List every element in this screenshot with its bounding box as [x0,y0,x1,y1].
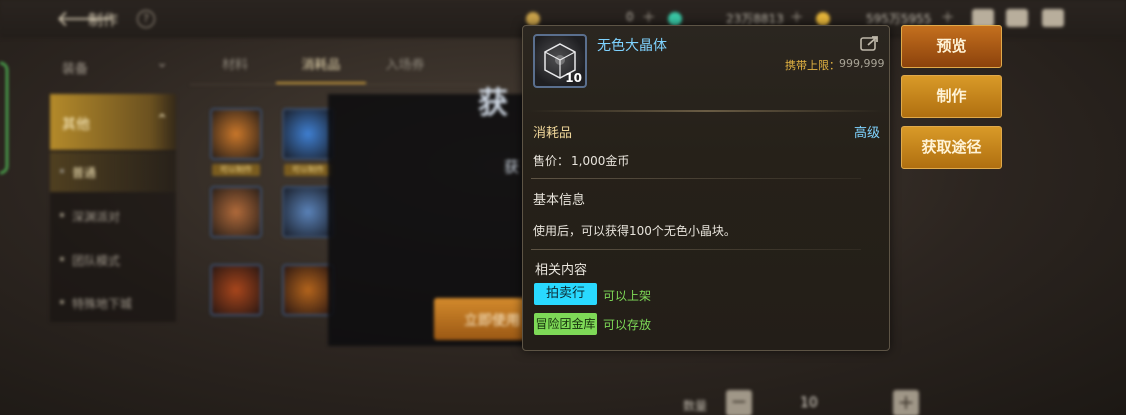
gold-currency-icon [816,12,830,26]
divider [529,110,883,112]
related-content-title: 相关内容 [535,263,588,278]
price-label: 售价： [533,154,570,168]
item-type: 消耗品 [533,126,573,141]
ring-item-icon [282,264,334,316]
item-grade: 高级 [854,126,881,141]
bullet-icon [60,257,64,261]
gold-currency-plus-button[interactable]: + [941,7,954,26]
sidebar-group-label: 其他 [62,117,90,133]
sidebar-item-special-dungeon[interactable]: 特殊地下城 [50,283,176,323]
auction-note: 可以上架 [603,289,652,303]
mail-icon[interactable] [1006,9,1028,27]
item-slot[interactable] [208,262,264,332]
make-button[interactable]: 制作 [901,75,1002,118]
quantity-minus-button[interactable]: − [726,390,752,415]
sidebar-item-label: 团队模式 [72,254,121,268]
item-tooltip: 10 无色大晶体 携带上限： 999,999 消耗品 高级 售价： 1,000金… [522,25,890,351]
craftable-badge: 可以制作 [284,164,332,176]
chevron-up-icon: ⌃ [156,112,168,128]
bullet-icon [60,213,64,217]
page-title: 制作 [88,11,119,29]
crystal-currency-icon [668,12,682,26]
auction-house-tag: 拍卖行 [534,283,597,305]
tab-tickets[interactable]: 入场券 [360,54,450,84]
use-now-label: 立即使用 [464,313,520,329]
sidebar-item-label: 普通 [72,166,97,180]
carry-limit-value: 999,999 [839,57,885,70]
crystal-currency-plus-button[interactable]: + [790,7,803,26]
moon-currency-icon [526,12,540,26]
preview-button[interactable]: 预览 [901,25,1002,68]
carry-limit-label: 携带上限： [785,59,840,72]
flame-item-icon [210,264,262,316]
help-icon[interactable]: ? [137,10,155,28]
craftable-badge: 可以制作 [212,164,260,176]
moon-currency-plus-button[interactable]: + [642,7,655,26]
share-icon[interactable] [860,35,880,51]
item-count: 10 [565,71,582,85]
tab-consumables[interactable]: 消耗品 [276,54,366,84]
guild-bank-tag: 冒险团金库 [534,313,597,335]
sidebar-item-raid-mode[interactable]: 团队模式 [50,240,176,280]
moon-currency-value: 0 [626,10,634,24]
tabs-divider [190,84,490,85]
item-slot[interactable]: 可以制作 [208,106,264,176]
scroll-blue-icon [282,186,334,238]
use-now-button[interactable]: 立即使用 [434,298,526,340]
side-drawer-handle[interactable] [0,62,8,174]
basic-info-title: 基本信息 [533,193,586,208]
quantity-label: 数量 [683,399,708,413]
item-name: 无色大晶体 [597,38,667,54]
modal-title: 获 [478,86,508,121]
scroll-brown-icon [210,186,262,238]
quantity-plus-button[interactable]: + [893,390,919,415]
sidebar-item-label: 深渊派对 [72,210,121,224]
chat-icon[interactable] [1042,9,1064,27]
obtain-source-button[interactable]: 获取途径 [901,126,1002,169]
sidebar-group-other[interactable]: 其他 ⌃ [50,94,176,150]
potion-blue-icon [282,108,334,160]
price-value: 1,000金币 [571,154,630,168]
chevron-down-icon: ⌄ [156,55,168,71]
potion-orange-icon [210,108,262,160]
modal-subtitle: 获 [504,158,520,176]
item-description: 使用后，可以获得100个无色小晶块。 [533,224,736,238]
bullet-icon [60,300,64,304]
sidebar-item-abyss-party[interactable]: 深渊派对 [50,196,176,236]
sidebar-item-label: 特殊地下城 [72,297,133,311]
divider [531,178,861,179]
equipment-category[interactable]: 装备 ⌄ [50,54,176,80]
tab-materials[interactable]: 材料 [190,54,280,84]
bullet-icon [60,169,64,173]
bank-note: 可以存放 [603,318,652,332]
quantity-value[interactable]: 10 [800,395,818,411]
crystal-item-icon: 10 [533,34,587,88]
item-slot[interactable] [208,184,264,254]
equipment-category-label: 装备 [62,62,89,77]
sidebar-item-normal[interactable]: 普通 [50,152,176,192]
divider [531,249,861,250]
